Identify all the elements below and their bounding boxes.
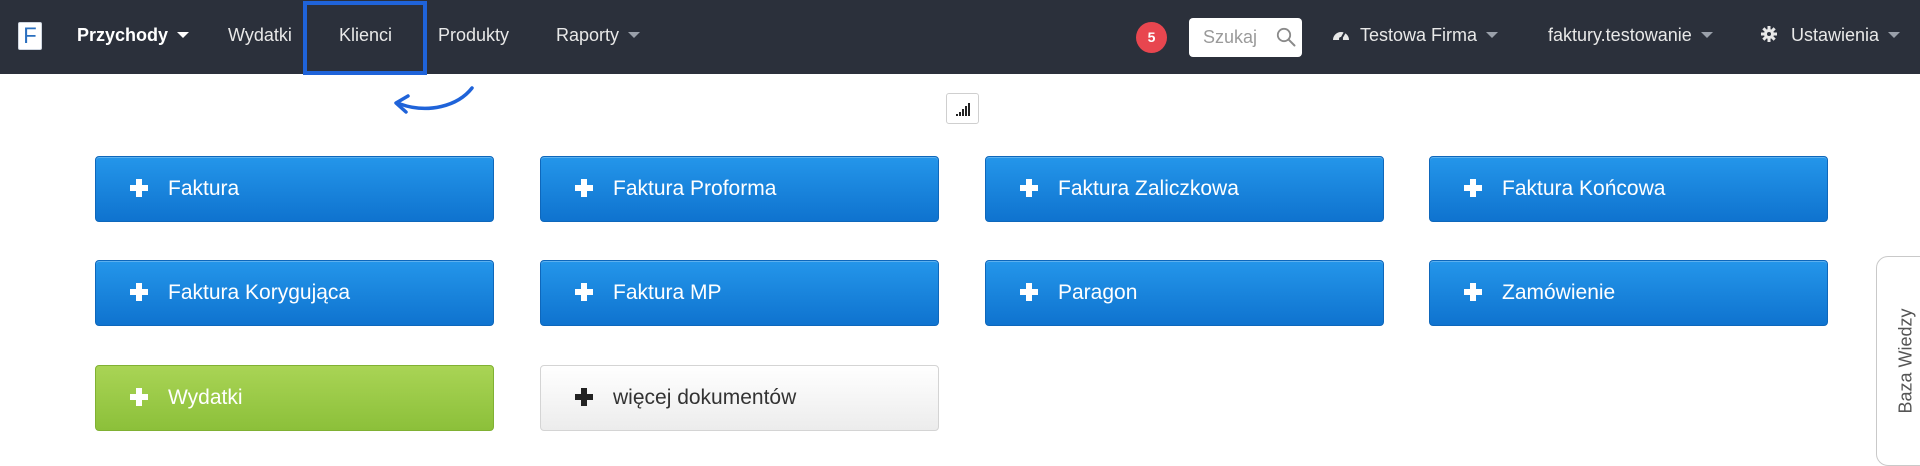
chevron-down-icon <box>1486 31 1499 38</box>
plus-icon <box>575 283 593 301</box>
plus-icon <box>130 179 148 197</box>
button-label: Faktura Korygująca <box>168 281 351 304</box>
nav-wydatki-label: Wydatki <box>228 25 292 45</box>
chevron-down-icon <box>1700 31 1713 38</box>
button-label: Faktura MP <box>613 281 722 304</box>
button-label: Wydatki <box>168 386 243 409</box>
dashboard-icon <box>1333 31 1349 42</box>
plus-icon <box>1020 283 1038 301</box>
company-name: Testowa Firma <box>1360 25 1478 45</box>
new-faktura-koncowa-button[interactable]: Faktura Końcowa <box>1429 156 1828 222</box>
search-input[interactable] <box>1189 18 1269 57</box>
nav-raporty[interactable]: Raporty <box>556 0 641 74</box>
settings-label: Ustawienia <box>1791 25 1880 45</box>
button-label: więcej dokumentów <box>613 386 797 409</box>
knowledge-base-label: Baza Wiedzy <box>1895 308 1916 414</box>
button-label: Faktura <box>168 177 240 200</box>
plus-icon <box>1464 283 1482 301</box>
top-navbar: F Przychody Wydatki Klienci Produkty Rap… <box>0 0 1920 74</box>
nav-settings[interactable]: Ustawienia <box>1761 0 1901 74</box>
new-paragon-button[interactable]: Paragon <box>985 260 1384 326</box>
plus-icon <box>575 388 593 406</box>
new-faktura-mp-button[interactable]: Faktura MP <box>540 260 939 326</box>
plus-icon <box>1464 179 1482 197</box>
account-name: faktury.testowanie <box>1548 25 1692 45</box>
signal-icon <box>956 103 970 116</box>
nav-wydatki[interactable]: Wydatki <box>228 0 292 74</box>
new-faktura-zaliczkowa-button[interactable]: Faktura Zaliczkowa <box>985 156 1384 222</box>
new-faktura-button[interactable]: Faktura <box>95 156 494 222</box>
button-label: Zamówienie <box>1502 281 1616 304</box>
nav-klienci-label: Klienci <box>339 25 393 45</box>
nav-raporty-label: Raporty <box>556 25 620 45</box>
nav-account[interactable]: faktury.testowanie <box>1548 0 1713 74</box>
button-label: Paragon <box>1058 281 1138 304</box>
new-zamowienie-button[interactable]: Zamówienie <box>1429 260 1828 326</box>
more-documents-button[interactable]: więcej dokumentów <box>540 365 939 431</box>
plus-icon <box>1020 179 1038 197</box>
chevron-down-icon <box>1888 31 1901 38</box>
chevron-down-icon <box>628 31 641 38</box>
search-icon[interactable] <box>1276 27 1296 47</box>
knowledge-base-tab[interactable]: Baza Wiedzy <box>1876 256 1920 466</box>
gear-icon <box>1761 26 1777 43</box>
plus-icon <box>575 179 593 197</box>
button-label: Faktura Końcowa <box>1502 177 1666 200</box>
curved-arrow-icon <box>394 86 474 114</box>
nav-company[interactable]: Testowa Firma <box>1331 0 1499 74</box>
chevron-down-icon <box>177 31 190 38</box>
app-logo[interactable]: F <box>18 22 42 50</box>
nav-produkty-label: Produkty <box>438 25 510 45</box>
plus-icon <box>130 283 148 301</box>
button-label: Faktura Proforma <box>613 177 777 200</box>
nav-produkty[interactable]: Produkty <box>438 0 509 74</box>
notification-badge[interactable]: 5 <box>1136 22 1167 53</box>
signal-strength-button[interactable] <box>946 93 979 124</box>
button-label: Faktura Zaliczkowa <box>1058 177 1239 200</box>
plus-icon <box>130 388 148 406</box>
nav-przychody-label: Przychody <box>77 25 169 45</box>
new-faktura-korygujaca-button[interactable]: Faktura Korygująca <box>95 260 494 326</box>
nav-klienci[interactable]: Klienci <box>339 0 392 74</box>
new-wydatki-button[interactable]: Wydatki <box>95 365 494 431</box>
search-box <box>1189 18 1302 57</box>
nav-przychody[interactable]: Przychody <box>77 0 190 74</box>
new-faktura-proforma-button[interactable]: Faktura Proforma <box>540 156 939 222</box>
